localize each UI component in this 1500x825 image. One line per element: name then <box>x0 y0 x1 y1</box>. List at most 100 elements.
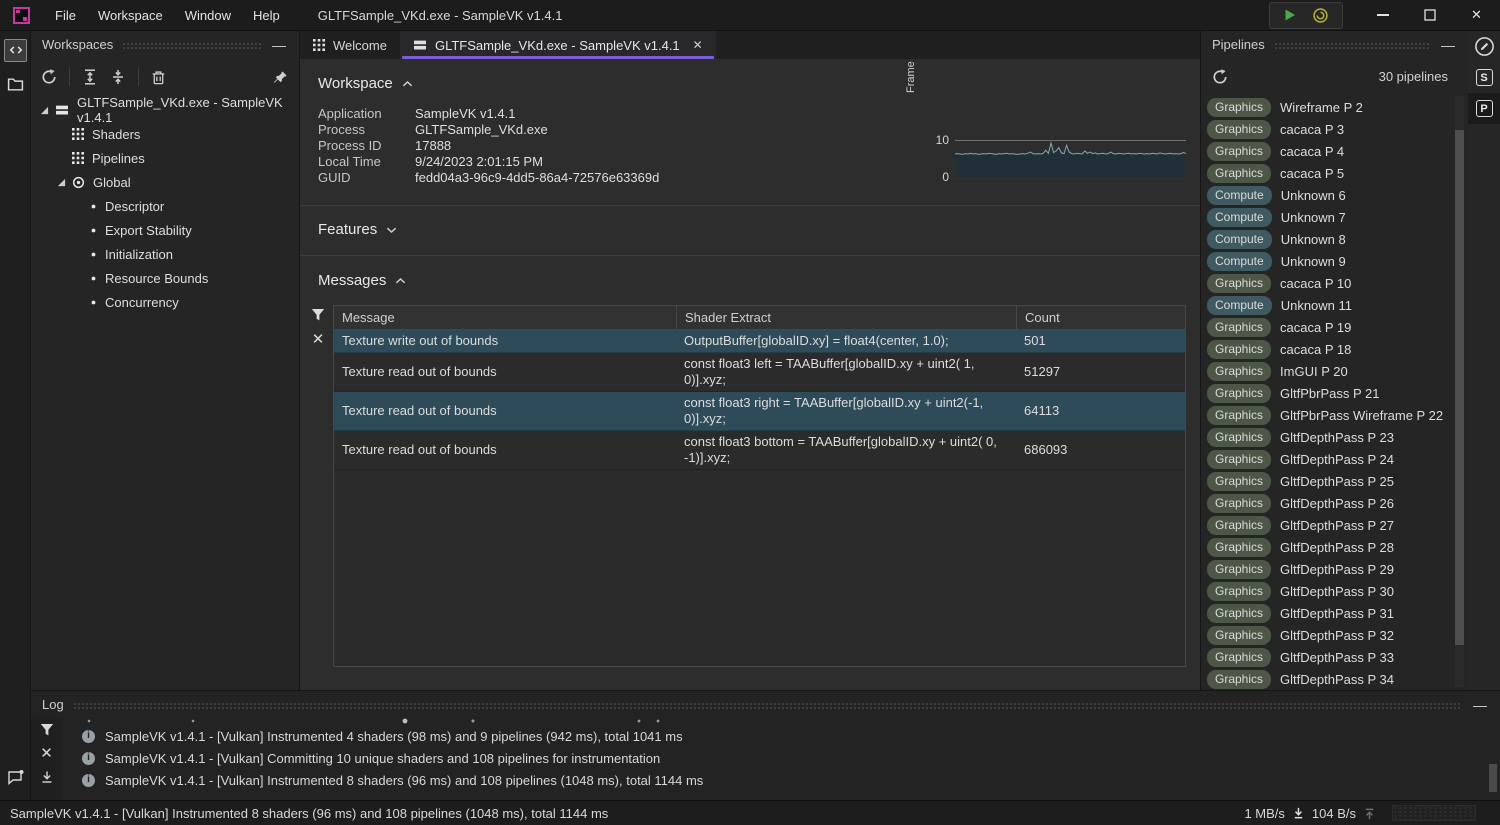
message-row[interactable]: Texture read out of boundsconst float3 l… <box>334 353 1185 392</box>
pipeline-item-unknown-11[interactable]: ComputeUnknown 11 <box>1201 294 1454 316</box>
log-entry[interactable]: iSampleVK v1.4.1 - [Vulkan] Instrumented… <box>62 725 1500 747</box>
tree-item-label: GLTFSample_VKd.exe - SampleVK v1.4.1 <box>77 95 299 125</box>
pipeline-item-gltfdepthpass-p-27[interactable]: GraphicsGltfDepthPass P 27 <box>1201 514 1454 536</box>
pipeline-item-cacaca-p-10[interactable]: Graphicscacaca P 10 <box>1201 272 1454 294</box>
pipeline-item-cacaca-p-18[interactable]: Graphicscacaca P 18 <box>1201 338 1454 360</box>
pipeline-item-gltfdepthpass-p-24[interactable]: GraphicsGltfDepthPass P 24 <box>1201 448 1454 470</box>
message-row[interactable]: Texture write out of boundsOutputBuffer[… <box>334 330 1185 353</box>
pipeline-item-cacaca-p-19[interactable]: Graphicscacaca P 19 <box>1201 316 1454 338</box>
pipeline-item-gltfpbrpass-wireframe-p-22[interactable]: GraphicsGltfPbrPass Wireframe P 22 <box>1201 404 1454 426</box>
pipeline-name: Wireframe P 2 <box>1280 100 1363 115</box>
pipeline-item-unknown-7[interactable]: ComputeUnknown 7 <box>1201 206 1454 228</box>
folder-icon[interactable] <box>0 69 31 99</box>
expanded-arrow-icon[interactable] <box>40 106 55 115</box>
workspace-section-header[interactable]: Workspace <box>300 59 1200 93</box>
pipelines-minimize-button[interactable]: — <box>1439 38 1457 52</box>
pipeline-item-gltfdepthpass-p-32[interactable]: Graphics GltfDepthPass P 32 <box>1201 624 1454 646</box>
close-button[interactable]: ✕ <box>1453 0 1500 31</box>
tree-item-shaders[interactable]: Shaders <box>31 122 299 146</box>
filter-icon[interactable] <box>311 308 325 322</box>
bullet-icon <box>90 203 97 210</box>
pipeline-name: GltfDepthPass P 32 <box>1280 628 1394 643</box>
message-row[interactable]: Texture read out of boundsconst float3 r… <box>334 392 1185 431</box>
tab-welcome[interactable]: Welcome <box>300 31 400 59</box>
log-minimize-button[interactable]: — <box>1471 698 1489 712</box>
log-entry[interactable]: iSampleVK v1.4.1 - [Vulkan] Instrumented… <box>62 769 1500 791</box>
tree-item-pipelines[interactable]: Pipelines <box>31 146 299 170</box>
download-arrow-icon <box>1292 807 1305 820</box>
pipeline-name: GltfDepthPass P 27 <box>1280 518 1394 533</box>
instrument-ring-icon[interactable] <box>1312 7 1329 24</box>
pipeline-item-gltfdepthpass-p-29[interactable]: GraphicsGltfDepthPass P 29 <box>1201 558 1454 580</box>
pipeline-type-badge: Graphics <box>1207 626 1271 645</box>
tree-item-concurrency[interactable]: Concurrency <box>31 290 299 314</box>
field-label: Process <box>318 122 415 137</box>
collapse-all-icon[interactable] <box>110 69 126 85</box>
menu-help[interactable]: Help <box>242 0 291 31</box>
log-scroll-bottom-icon[interactable] <box>40 770 54 784</box>
column-header-count[interactable]: Count <box>1016 306 1185 329</box>
message-row[interactable]: Texture read out of boundsconst float3 b… <box>334 431 1185 470</box>
tab-gltfsample-vkd-exe-samplevk-v1-4-1[interactable]: GLTFSample_VKd.exe - SampleVK v1.4.1 ✕ <box>400 31 716 59</box>
feedback-chat-icon[interactable] <box>0 762 31 792</box>
maximize-button[interactable] <box>1406 0 1453 31</box>
menu-window[interactable]: Window <box>174 0 242 31</box>
log-filter-icon[interactable] <box>40 723 54 737</box>
tree-item-export-stability[interactable]: Export Stability <box>31 218 299 242</box>
tree-item-initialization[interactable]: Initialization <box>31 242 299 266</box>
log-clear-icon[interactable]: ✕ <box>40 746 53 761</box>
pipeline-item-unknown-9[interactable]: ComputeUnknown 9 <box>1201 250 1454 272</box>
pipeline-item-gltfdepthpass-p-23[interactable]: GraphicsGltfDepthPass P 23 <box>1201 426 1454 448</box>
pin-icon[interactable] <box>273 69 289 85</box>
edit-pencil-icon[interactable] <box>1468 31 1500 62</box>
refresh-icon[interactable] <box>41 69 57 85</box>
pipeline-item-unknown-6[interactable]: ComputeUnknown 6 <box>1201 184 1454 206</box>
pipeline-item-imgui-p-20[interactable]: GraphicsImGUI P 20 <box>1201 360 1454 382</box>
workspaces-minimize-button[interactable]: — <box>270 38 288 52</box>
expand-all-icon[interactable] <box>82 69 98 85</box>
pipeline-item-gltfdepthpass-p-26[interactable]: GraphicsGltfDepthPass P 26 <box>1201 492 1454 514</box>
pipeline-item-cacaca-p-3[interactable]: Graphicscacaca P 3 <box>1201 118 1454 140</box>
expanded-arrow-icon[interactable] <box>57 178 72 187</box>
pipeline-item-gltfdepthpass-p-33[interactable]: GraphicsGltfDepthPass P 33 <box>1201 646 1454 668</box>
log-scrollbar[interactable] <box>1489 764 1497 792</box>
play-icon[interactable] <box>1283 8 1297 22</box>
refresh-pipelines-icon[interactable] <box>1212 69 1228 85</box>
upload-rate: 104 B/s <box>1312 806 1356 821</box>
window-icon <box>413 38 427 52</box>
pipeline-item-gltfdepthpass-p-25[interactable]: GraphicsGltfDepthPass P 25 <box>1201 470 1454 492</box>
clear-messages-icon[interactable]: ✕ <box>312 332 325 347</box>
code-panel-icon[interactable] <box>0 35 31 65</box>
tree-item-descriptor[interactable]: Descriptor <box>31 194 299 218</box>
pipeline-item-gltfdepthpass-p-31[interactable]: GraphicsGltfDepthPass P 31 <box>1201 602 1454 624</box>
pipeline-item-gltfdepthpass-p-30[interactable]: GraphicsGltfDepthPass P 30 <box>1201 580 1454 602</box>
tab-close-icon[interactable]: ✕ <box>693 38 703 52</box>
tree-item-label: Export Stability <box>105 223 192 238</box>
menu-file[interactable]: File <box>44 0 87 31</box>
pipeline-item-gltfpbrpass-p-21[interactable]: GraphicsGltfPbrPass P 21 <box>1201 382 1454 404</box>
trash-icon[interactable] <box>151 70 166 85</box>
frame-chart-tick-0: 0 <box>942 170 949 184</box>
shader-extract-cell: OutputBuffer[globalID.xy] = float4(cente… <box>676 330 1016 352</box>
pipeline-item-cacaca-p-4[interactable]: Graphicscacaca P 4 <box>1201 140 1454 162</box>
tree-item-global[interactable]: Global <box>31 170 299 194</box>
tree-item-gltfsample-vkd-exe-samplevk-v1-4-1[interactable]: GLTFSample_VKd.exe - SampleVK v1.4.1 <box>31 98 299 122</box>
minimize-button[interactable] <box>1359 0 1406 31</box>
pipeline-item-unknown-8[interactable]: ComputeUnknown 8 <box>1201 228 1454 250</box>
column-header-message[interactable]: Message <box>334 306 676 329</box>
shaders-tool-icon[interactable]: S <box>1468 62 1500 93</box>
pipeline-item-gltfdepthpass-p-28[interactable]: GraphicsGltfDepthPass P 28 <box>1201 536 1454 558</box>
menu-workspace[interactable]: Workspace <box>87 0 174 31</box>
column-header-shader-extract[interactable]: Shader Extract <box>676 306 1016 329</box>
log-entry[interactable]: iSampleVK v1.4.1 - [Vulkan] Committing 1… <box>62 747 1500 769</box>
pipeline-item-gltfdepthpass-p-34[interactable]: GraphicsGltfDepthPass P 34 <box>1201 668 1454 690</box>
tree-item-resource-bounds[interactable]: Resource Bounds <box>31 266 299 290</box>
messages-section-header[interactable]: Messages <box>300 256 1200 290</box>
pipelines-scrollbar[interactable] <box>1455 96 1464 687</box>
pipelines-tool-icon[interactable]: P <box>1468 93 1500 124</box>
grid-icon <box>72 152 84 164</box>
pipeline-item-cacaca-p-5[interactable]: Graphicscacaca P 5 <box>1201 162 1454 184</box>
features-section-header[interactable]: Features <box>300 206 1200 240</box>
pipeline-item-wireframe-p-2[interactable]: GraphicsWireframe P 2 <box>1201 96 1454 118</box>
tab-label: GLTFSample_VKd.exe - SampleVK v1.4.1 <box>435 38 680 53</box>
